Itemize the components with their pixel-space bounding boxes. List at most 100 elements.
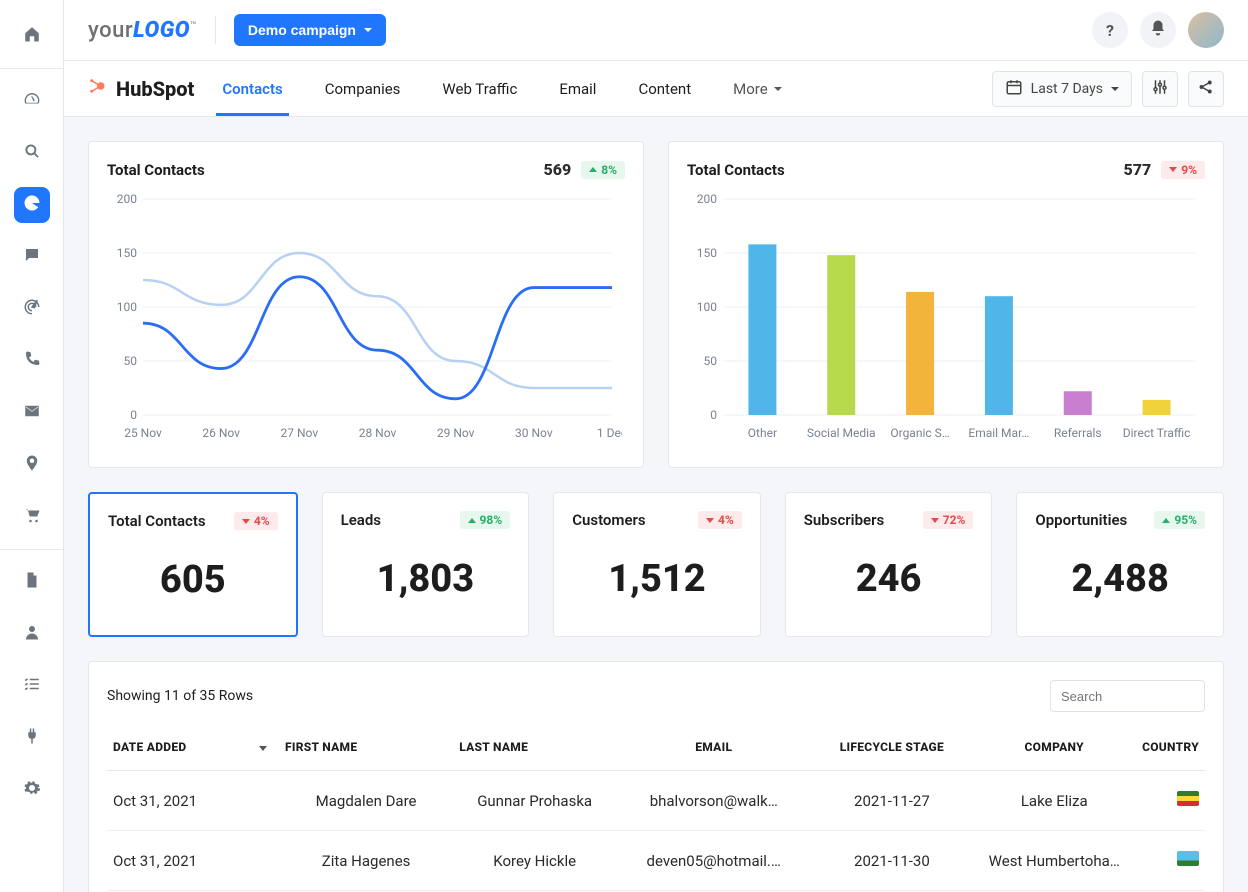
gear-icon <box>23 779 41 801</box>
svg-text:Other: Other <box>748 426 777 440</box>
svg-text:50: 50 <box>704 354 718 368</box>
trend-down-icon <box>706 518 714 523</box>
tab-companies[interactable]: Companies <box>325 61 401 116</box>
stat-value: 2,488 <box>1035 557 1205 601</box>
tab-webtraffic[interactable]: Web Traffic <box>442 61 517 116</box>
svg-text:100: 100 <box>697 300 717 314</box>
stat-label: Customers <box>572 511 645 529</box>
stat-card[interactable]: Subscribers 72% 246 <box>785 492 993 637</box>
chevron-down-icon <box>774 87 782 91</box>
table-row[interactable]: Oct 31, 2021 Zita Hagenes Korey Hickle d… <box>107 831 1205 891</box>
cell-country <box>1136 771 1205 831</box>
svg-text:100: 100 <box>117 300 137 314</box>
nav-chat[interactable] <box>14 239 50 275</box>
nav-settings[interactable] <box>14 772 50 808</box>
cell-stage: 2021-11-27 <box>811 771 972 831</box>
column-header[interactable]: EMAIL <box>616 724 811 771</box>
stat-card[interactable]: Opportunities 95% 2,488 <box>1016 492 1224 637</box>
svg-text:200: 200 <box>697 192 717 206</box>
cell-email: deven05@hotmail.… <box>616 831 811 891</box>
nav-email[interactable] <box>14 395 50 431</box>
envelope-icon <box>23 402 41 424</box>
topbar: yourLOGO™ Demo campaign ? <box>64 0 1248 60</box>
target-icon <box>23 298 41 320</box>
nav-user[interactable] <box>14 616 50 652</box>
trend-down-icon <box>1169 167 1177 172</box>
delta-badge: 4% <box>234 512 278 530</box>
user-icon <box>23 623 41 645</box>
svg-text:150: 150 <box>117 246 137 260</box>
cell-last-name: Gunnar Prohaska <box>453 771 616 831</box>
table-row[interactable]: Oct 31, 2021 Magdalen Dare Gunnar Prohas… <box>107 771 1205 831</box>
cell-date: Oct 31, 2021 <box>107 771 279 831</box>
logo-part-1: your <box>88 18 133 43</box>
nav-file[interactable] <box>14 564 50 600</box>
column-header[interactable]: COUNTRY <box>1136 724 1205 771</box>
search-input[interactable] <box>1050 680 1205 712</box>
svg-text:Social Media: Social Media <box>807 426 876 440</box>
column-header[interactable]: LAST NAME <box>453 724 616 771</box>
brand-name: HubSpot <box>116 77 194 101</box>
help-button[interactable]: ? <box>1092 12 1128 48</box>
nav-tasks[interactable] <box>14 668 50 704</box>
tab-content[interactable]: Content <box>638 61 691 116</box>
column-header[interactable]: DATE ADDED <box>107 724 279 771</box>
svg-text:25 Nov: 25 Nov <box>124 426 162 440</box>
flag-icon <box>1177 851 1199 866</box>
stat-label: Opportunities <box>1035 511 1127 529</box>
trademark-symbol: ™ <box>190 20 197 31</box>
calendar-icon <box>1005 78 1023 100</box>
svg-text:27 Nov: 27 Nov <box>281 426 319 440</box>
share-button[interactable] <box>1188 71 1224 107</box>
svg-text:Direct Traffic: Direct Traffic <box>1123 426 1191 440</box>
svg-text:200: 200 <box>117 192 137 206</box>
nav-location[interactable] <box>14 447 50 483</box>
tab-more[interactable]: More <box>733 61 782 116</box>
column-header[interactable]: LIFECYCLE STAGE <box>811 724 972 771</box>
campaign-label: Demo campaign <box>248 22 356 38</box>
date-range-label: Last 7 Days <box>1031 81 1103 97</box>
card-title: Total Contacts <box>687 161 785 179</box>
logo[interactable]: yourLOGO™ <box>88 18 197 43</box>
stat-value: 246 <box>804 557 974 601</box>
contacts-table-card: Showing 11 of 35 Rows DATE ADDEDFIRST NA… <box>88 661 1224 892</box>
date-range-dropdown[interactable]: Last 7 Days <box>992 71 1132 107</box>
nav-target[interactable] <box>14 291 50 327</box>
tab-email[interactable]: Email <box>559 61 596 116</box>
cell-first-name: Zita Hagenes <box>279 831 453 891</box>
cell-company: Lake Eliza <box>972 771 1136 831</box>
gauge-icon <box>23 90 41 112</box>
column-header[interactable]: COMPANY <box>972 724 1136 771</box>
nav-cart[interactable] <box>14 499 50 535</box>
nav-analytics[interactable] <box>14 187 50 223</box>
bar-chart-card: Total Contacts 577 9% 050100150200OtherS… <box>668 141 1224 468</box>
svg-text:50: 50 <box>124 354 138 368</box>
line-chart-card: Total Contacts 569 8% 05010015020025 Nov… <box>88 141 644 468</box>
nav-dashboard[interactable] <box>14 83 50 119</box>
phone-icon <box>23 350 41 372</box>
settings-button[interactable] <box>1142 71 1178 107</box>
column-header[interactable]: FIRST NAME <box>279 724 453 771</box>
nav-phone[interactable] <box>14 343 50 379</box>
search-icon <box>23 142 41 164</box>
card-value: 569 <box>544 160 572 179</box>
stat-card[interactable]: Customers 4% 1,512 <box>553 492 761 637</box>
stat-value: 1,803 <box>341 557 511 601</box>
map-pin-icon <box>23 454 41 476</box>
delta-badge: 8% <box>581 161 625 179</box>
svg-text:Referrals: Referrals <box>1054 426 1102 440</box>
stat-card[interactable]: Total Contacts 4% 605 <box>88 492 298 637</box>
svg-text:30 Nov: 30 Nov <box>515 426 553 440</box>
nav-plugin[interactable] <box>14 720 50 756</box>
user-avatar[interactable] <box>1188 12 1224 48</box>
delta-badge: 4% <box>698 511 742 529</box>
svg-text:Organic S…: Organic S… <box>890 426 949 440</box>
nav-search[interactable] <box>14 135 50 171</box>
nav-home[interactable] <box>14 18 50 54</box>
campaign-dropdown[interactable]: Demo campaign <box>234 14 386 46</box>
stat-card[interactable]: Leads 98% 1,803 <box>322 492 530 637</box>
chat-icon <box>23 246 41 268</box>
svg-text:28 Nov: 28 Nov <box>359 426 397 440</box>
tab-contacts[interactable]: Contacts <box>222 61 282 116</box>
notifications-button[interactable] <box>1140 12 1176 48</box>
